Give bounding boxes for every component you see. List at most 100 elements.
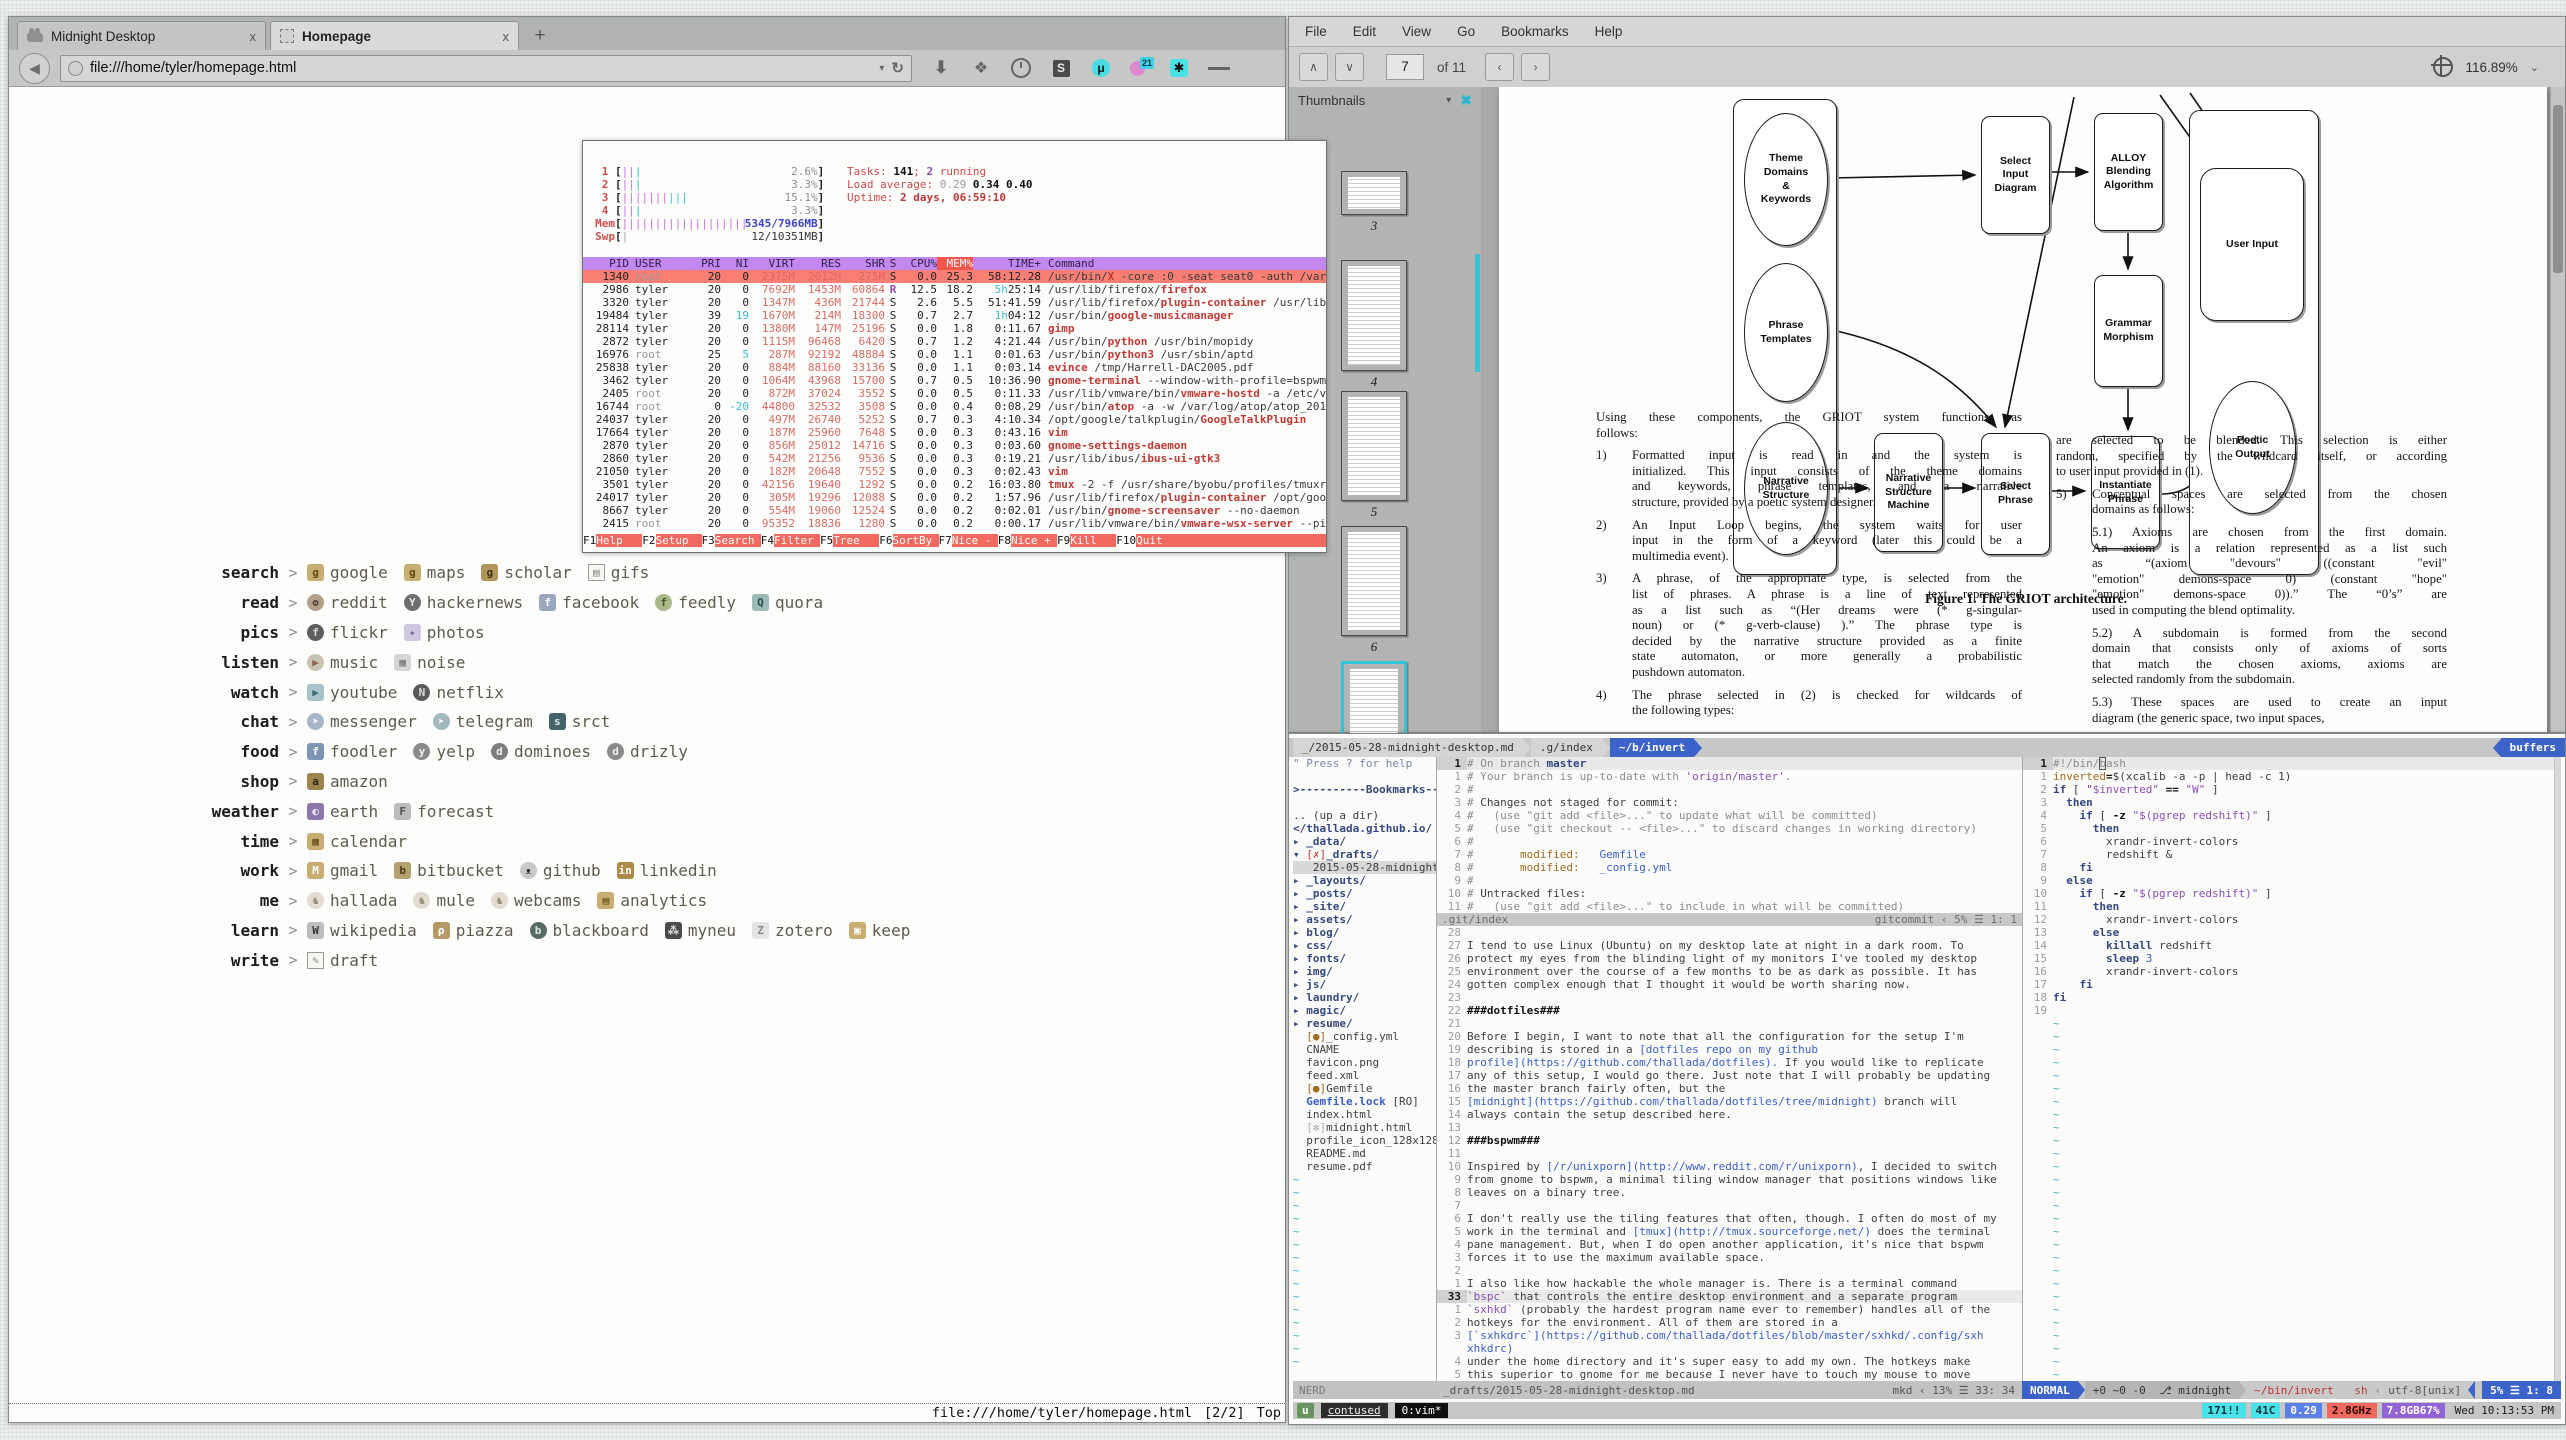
umatrix-icon[interactable]: μ bbox=[1090, 57, 1112, 79]
link-calendar[interactable]: ▦calendar bbox=[307, 832, 407, 851]
column-header-pid[interactable]: PID bbox=[583, 257, 629, 270]
nerdtree-item[interactable]: index.html bbox=[1293, 1108, 1436, 1121]
column-header-res[interactable]: RES bbox=[795, 257, 841, 270]
nerdtree-item[interactable]: resume.pdf bbox=[1293, 1160, 1436, 1173]
fkey-f7[interactable]: F7 bbox=[939, 534, 952, 547]
link-netflix[interactable]: Nnetflix bbox=[413, 683, 503, 702]
history-forward-button[interactable]: › bbox=[1521, 53, 1550, 81]
link-keep[interactable]: ▣keep bbox=[849, 921, 911, 940]
fkey-f9[interactable]: F9 bbox=[1057, 534, 1070, 547]
link-forecast[interactable]: Fforecast bbox=[394, 802, 494, 821]
process-row-3462[interactable]: 3462tyler2001064M4396815700S0.70.510:36.… bbox=[583, 374, 1326, 387]
menu-view[interactable]: View bbox=[1402, 24, 1431, 39]
fkey-f5[interactable]: F5 bbox=[820, 534, 833, 547]
menu-bookmarks[interactable]: Bookmarks bbox=[1501, 24, 1569, 39]
link-dominoes[interactable]: ddominoes bbox=[491, 742, 591, 761]
link-scholar[interactable]: gscholar bbox=[481, 563, 571, 582]
nerdtree-item[interactable]: 2015-05-28-midnight-deskto bbox=[1293, 861, 1436, 874]
link-hackernews[interactable]: Yhackernews bbox=[404, 593, 523, 612]
link-reddit[interactable]: ʘreddit bbox=[307, 593, 388, 612]
link-music[interactable]: ▶music bbox=[307, 653, 378, 672]
terminal-scrollbar[interactable] bbox=[2554, 757, 2561, 1381]
link-srct[interactable]: ssrct bbox=[549, 712, 611, 731]
process-row-16744[interactable]: 16744root0-2044800325323508S0.00.40:08.2… bbox=[583, 400, 1326, 413]
link-bitbucket[interactable]: bbitbucket bbox=[394, 861, 504, 880]
link-facebook[interactable]: ffacebook bbox=[539, 593, 639, 612]
nerdtree-item[interactable]: [✻]midnight.html bbox=[1293, 1121, 1436, 1134]
link-drizly[interactable]: ddrizly bbox=[607, 742, 688, 761]
scriptsafe-icon[interactable]: S bbox=[1050, 57, 1072, 79]
history-back-button[interactable]: ‹ bbox=[1485, 53, 1514, 81]
process-row-21050[interactable]: 21050tyler200182M206487552S0.00.30:02.43… bbox=[583, 465, 1326, 478]
process-row-2405[interactable]: 2405root200872M370243552S0.00.50:11.33/u… bbox=[583, 387, 1326, 400]
tmux-window-indicator[interactable]: 0:vim* bbox=[1395, 1403, 1449, 1418]
column-header-pri[interactable]: PRI bbox=[693, 257, 721, 270]
zoom-target-icon[interactable] bbox=[2433, 57, 2453, 77]
process-row-19484[interactable]: 19484tyler39191670M214M18300S0.72.71h04:… bbox=[583, 309, 1326, 322]
process-row-24017[interactable]: 24017tyler200305M1929612088S0.00.21:57.9… bbox=[583, 491, 1326, 504]
link-gmail[interactable]: Mgmail bbox=[307, 861, 378, 880]
zoom-chevron-icon[interactable]: ⌄ bbox=[2530, 61, 2539, 74]
process-row-2870[interactable]: 2870tyler200856M2501214716S0.00.30:03.60… bbox=[583, 439, 1326, 452]
tab-close-icon[interactable]: x bbox=[250, 29, 257, 44]
sidebar-dropdown-icon[interactable]: ▾ bbox=[1446, 95, 1451, 106]
process-row-28114[interactable]: 28114tyler2001380M147M25196S0.01.80:11.6… bbox=[583, 322, 1326, 335]
nerdtree-item[interactable]: ▾ [✗]_drafts/ bbox=[1293, 848, 1436, 861]
process-row-25838[interactable]: 25838tyler200884M8816033136S0.01.10:03.1… bbox=[583, 361, 1326, 374]
url-dropdown-icon[interactable]: ▾ bbox=[879, 63, 884, 74]
column-header-time[interactable]: TIME+ bbox=[973, 257, 1041, 270]
column-header-command[interactable]: Command bbox=[1041, 257, 1326, 270]
nerdtree-item[interactable]: ▸ _site/ bbox=[1293, 900, 1436, 913]
new-tab-button[interactable]: + bbox=[523, 22, 557, 49]
column-header-cpu[interactable]: CPU% bbox=[901, 257, 937, 270]
link-noise[interactable]: ▦noise bbox=[394, 653, 465, 672]
nerdtree-item[interactable]: </thallada.github.io/ bbox=[1293, 822, 1436, 835]
nerdtree-item[interactable]: ▸ _posts/ bbox=[1293, 887, 1436, 900]
nerdtree-item[interactable]: .. (up a dir) bbox=[1293, 809, 1436, 822]
link-wikipedia[interactable]: Wwikipedia bbox=[307, 921, 417, 940]
link-linkedin[interactable]: inlinkedin bbox=[617, 861, 717, 880]
link-photos[interactable]: ✦photos bbox=[404, 623, 485, 642]
link-amazon[interactable]: aamazon bbox=[307, 772, 388, 791]
link-feedly[interactable]: ffeedly bbox=[655, 593, 736, 612]
fkey-f4[interactable]: F4 bbox=[761, 534, 774, 547]
menu-icon[interactable] bbox=[1208, 57, 1230, 79]
nerdtree-item[interactable]: ▸ assets/ bbox=[1293, 913, 1436, 926]
column-header-virt[interactable]: VIRT bbox=[749, 257, 795, 270]
fkey-label-filter[interactable]: Filter bbox=[774, 534, 820, 547]
nerdtree-item[interactable]: ▸ fonts/ bbox=[1293, 952, 1436, 965]
download-icon[interactable]: ⬇ bbox=[930, 57, 952, 79]
fkey-label-setup[interactable]: Setup bbox=[656, 534, 702, 547]
column-header-ni[interactable]: NI bbox=[721, 257, 749, 270]
nerdtree-item[interactable]: ▸ laundry/ bbox=[1293, 991, 1436, 1004]
fkey-label-help[interactable]: Help bbox=[596, 534, 642, 547]
link-draft[interactable]: ✎draft bbox=[307, 951, 378, 970]
fkey-f1[interactable]: F1 bbox=[583, 534, 596, 547]
nerdtree-item[interactable]: ▸ blog/ bbox=[1293, 926, 1436, 939]
nerdtree-item[interactable]: ▸ resume/ bbox=[1293, 1017, 1436, 1030]
column-header-user[interactable]: USER bbox=[629, 257, 693, 270]
nerdtree-item[interactable]: >----------Bookmarks---------- bbox=[1293, 783, 1436, 796]
menu-file[interactable]: File bbox=[1305, 24, 1327, 39]
fkey-label-kill[interactable]: Kill bbox=[1070, 534, 1116, 547]
process-row-17664[interactable]: 17664tyler200187M259607648S0.00.30:43.16… bbox=[583, 426, 1326, 439]
counter-icon[interactable]: 21 bbox=[1130, 59, 1150, 77]
sidebar-scrollbar[interactable] bbox=[1475, 254, 1480, 372]
tab-homepage[interactable]: Homepage x bbox=[270, 21, 519, 50]
link-maps[interactable]: gmaps bbox=[404, 563, 466, 582]
nerdtree-item[interactable]: [●]Gemfile bbox=[1293, 1082, 1436, 1095]
process-row-3501[interactable]: 3501tyler20042156196401292S0.00.216:03.8… bbox=[583, 478, 1326, 491]
link-hallada[interactable]: ♞hallada bbox=[307, 891, 397, 910]
page-down-button[interactable]: ∨ bbox=[1335, 53, 1364, 81]
vim-tab-inactive[interactable]: .g/index bbox=[1531, 738, 1602, 757]
nerdtree-item[interactable]: CNAME bbox=[1293, 1043, 1436, 1056]
column-header-shr[interactable]: SHR bbox=[841, 257, 885, 270]
fkey-f6[interactable]: F6 bbox=[879, 534, 892, 547]
nerdtree-item[interactable]: favicon.png bbox=[1293, 1056, 1436, 1069]
back-button[interactable]: ◀ bbox=[19, 53, 50, 84]
vim-tab-active[interactable]: ~/b/invert bbox=[1610, 738, 1694, 757]
fkey-f3[interactable]: F3 bbox=[702, 534, 715, 547]
process-row-16976[interactable]: 16976root255287M9219248884S0.01.10:01.63… bbox=[583, 348, 1326, 361]
zoom-level[interactable]: 116.89% bbox=[2465, 60, 2517, 75]
link-zotero[interactable]: Zzotero bbox=[752, 921, 833, 940]
